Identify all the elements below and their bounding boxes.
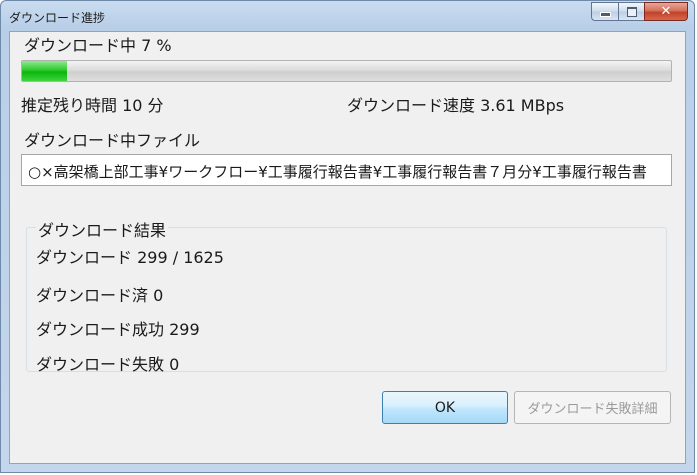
download-progress-window: ダウンロード進捗 ✕ ダウンロード中 7 % 推定残り時間 10 分 ダウンロー…: [0, 0, 695, 473]
close-button[interactable]: ✕: [644, 2, 688, 21]
download-succeeded-label: ダウンロード成功 299: [36, 320, 200, 339]
remaining-time-label: 推定残り時間 10 分: [21, 96, 164, 115]
minimize-icon: [599, 12, 611, 17]
current-file-path: ○×高架橋上部工事¥ワークフロー¥工事履行報告書¥工事履行報告書７月分¥工事履行…: [28, 163, 647, 181]
current-file-path-field[interactable]: ○×高架橋上部工事¥ワークフロー¥工事履行報告書¥工事履行報告書７月分¥工事履行…: [21, 154, 672, 186]
window-controls: ✕: [591, 2, 688, 22]
ok-button[interactable]: OK: [382, 391, 508, 424]
download-failed-label: ダウンロード失敗 0: [36, 355, 180, 374]
maximize-icon: [626, 6, 637, 17]
download-skipped-label: ダウンロード済 0: [36, 286, 164, 305]
window-title: ダウンロード進捗: [9, 11, 106, 25]
download-count-label: ダウンロード 299 / 1625: [36, 248, 224, 267]
maximize-button[interactable]: [618, 2, 644, 21]
failure-details-button: ダウンロード失敗詳細: [514, 391, 671, 424]
download-results-heading: ダウンロード結果: [36, 217, 169, 241]
download-percent-label: ダウンロード中 7 %: [24, 36, 172, 55]
progress-fill: [22, 61, 68, 81]
title-bar[interactable]: ダウンロード進捗 ✕: [1, 1, 694, 31]
download-speed-label: ダウンロード速度 3.61 MBps: [347, 96, 565, 115]
minimize-button[interactable]: [591, 2, 618, 21]
current-file-heading: ダウンロード中ファイル: [24, 131, 201, 150]
download-progress-bar: [21, 60, 672, 82]
close-icon: ✕: [660, 4, 672, 19]
